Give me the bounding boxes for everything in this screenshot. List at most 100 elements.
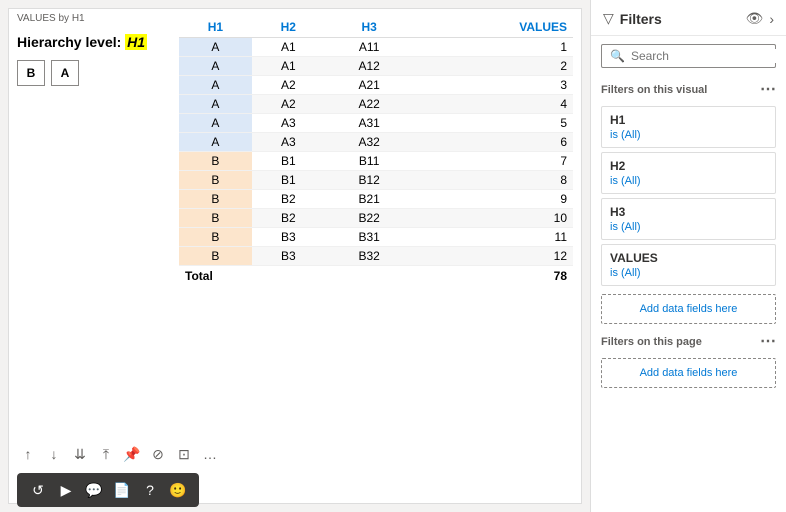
filters-panel: ▽ Filters 👁 › 🔍 Filters on this visual ⋯… xyxy=(590,0,786,512)
cell-h2: B2 xyxy=(252,190,325,209)
search-input[interactable] xyxy=(631,49,786,63)
hierarchy-value: H1 xyxy=(125,34,147,50)
cell-values: 5 xyxy=(414,114,573,133)
filters-on-page-section: Filters on this page ⋯ xyxy=(591,328,786,354)
search-box[interactable]: 🔍 xyxy=(601,44,776,68)
filter-card-title: VALUES xyxy=(610,251,767,265)
filter-card[interactable]: H1 is (All) xyxy=(601,106,776,148)
pin-icon[interactable]: 📌 xyxy=(121,443,143,465)
cell-h1: A xyxy=(179,133,252,152)
play-icon[interactable]: ▶ xyxy=(53,477,79,503)
chat-icon[interactable]: 💬 xyxy=(81,477,107,503)
toolbar-bottom: ↑ ↓ ⇊ ⤒ 📌 ⊘ ⊡ … ↺ ▶ 💬 📄 ? 🙂 xyxy=(17,443,221,507)
table-row: B B3 B32 12 xyxy=(179,247,573,266)
cell-values: 12 xyxy=(414,247,573,266)
col-values: VALUES xyxy=(414,17,573,38)
filters-header: ▽ Filters 👁 › xyxy=(591,0,786,36)
table-row: A A1 A11 1 xyxy=(179,38,573,57)
col-h3: H3 xyxy=(325,17,414,38)
nav-up-icon[interactable]: ↑ xyxy=(17,443,39,465)
cell-h1: A xyxy=(179,95,252,114)
filters-on-visual-section: Filters on this visual ⋯ xyxy=(591,76,786,102)
filters-on-page-label: Filters on this page xyxy=(601,336,702,348)
doc-icon[interactable]: 📄 xyxy=(109,477,135,503)
table-row: A A3 A32 6 xyxy=(179,133,573,152)
nav-icons-bar: ↑ ↓ ⇊ ⤒ 📌 ⊘ ⊡ … xyxy=(17,443,221,465)
table-row: B B3 B31 11 xyxy=(179,228,573,247)
cell-h1: A xyxy=(179,76,252,95)
filter-card[interactable]: H3 is (All) xyxy=(601,198,776,240)
cell-h3: A22 xyxy=(325,95,414,114)
col-h1: H1 xyxy=(179,17,252,38)
visual-container: VALUES by H1 Hierarchy level: H1 B A H1 … xyxy=(8,8,582,504)
filter-card-value: is (All) xyxy=(610,175,767,187)
table-header-row: H1 H2 H3 VALUES xyxy=(179,17,573,38)
filters-on-visual-label: Filters on this visual xyxy=(601,84,707,96)
filter-cards: H1 is (All) H2 is (All) H3 is (All) VALU… xyxy=(591,102,786,290)
cell-h2: A2 xyxy=(252,76,325,95)
total-row: Total 78 xyxy=(179,266,573,287)
cell-values: 2 xyxy=(414,57,573,76)
filter-card-title: H3 xyxy=(610,205,767,219)
cell-h1: B xyxy=(179,152,252,171)
filters-on-page-more-icon[interactable]: ⋯ xyxy=(760,334,776,350)
chevron-right-icon[interactable]: › xyxy=(769,11,774,27)
total-label: Total xyxy=(179,266,414,287)
cell-h3: A11 xyxy=(325,38,414,57)
btn-a[interactable]: A xyxy=(51,60,79,86)
cell-h1: A xyxy=(179,57,252,76)
hierarchy-prefix: Hierarchy level: xyxy=(17,34,125,50)
cell-h2: A3 xyxy=(252,133,325,152)
eye-icon[interactable]: 👁 xyxy=(746,10,764,27)
table-row: B B1 B12 8 xyxy=(179,171,573,190)
cell-h2: A3 xyxy=(252,114,325,133)
cell-h3: A12 xyxy=(325,57,414,76)
search-icon: 🔍 xyxy=(610,49,625,63)
cell-h3: B22 xyxy=(325,209,414,228)
nav-down-icon[interactable]: ↓ xyxy=(43,443,65,465)
filter-card-value: is (All) xyxy=(610,267,767,279)
add-visual-fields-btn[interactable]: Add data fields here xyxy=(601,294,776,324)
cell-h1: B xyxy=(179,171,252,190)
col-h2: H2 xyxy=(252,17,325,38)
filter-card[interactable]: VALUES is (All) xyxy=(601,244,776,286)
cell-h3: B12 xyxy=(325,171,414,190)
cell-h3: A31 xyxy=(325,114,414,133)
cell-values: 1 xyxy=(414,38,573,57)
cell-h3: B21 xyxy=(325,190,414,209)
filters-on-visual-more-icon[interactable]: ⋯ xyxy=(760,82,776,98)
cell-h3: B31 xyxy=(325,228,414,247)
cell-h2: A1 xyxy=(252,57,325,76)
expand-icon[interactable]: ⊡ xyxy=(173,443,195,465)
filter-card[interactable]: H2 is (All) xyxy=(601,152,776,194)
cell-h1: B xyxy=(179,247,252,266)
table-row: B B2 B21 9 xyxy=(179,190,573,209)
btn-b[interactable]: B xyxy=(17,60,45,86)
table-row: B B1 B11 7 xyxy=(179,152,573,171)
cell-h3: B32 xyxy=(325,247,414,266)
action-icons-bar: ↺ ▶ 💬 📄 ? 🙂 xyxy=(17,473,199,507)
add-page-fields-btn[interactable]: Add data fields here xyxy=(601,358,776,388)
cell-h1: B xyxy=(179,190,252,209)
table-row: A A2 A22 4 xyxy=(179,95,573,114)
cell-values: 10 xyxy=(414,209,573,228)
table-body: A A1 A11 1 A A1 A12 2 A A2 A21 3 A A2 A2… xyxy=(179,38,573,266)
cell-h2: B1 xyxy=(252,171,325,190)
cell-h2: B1 xyxy=(252,152,325,171)
help-icon[interactable]: ? xyxy=(137,477,163,503)
filter-funnel-icon: ▽ xyxy=(603,10,614,27)
cell-h1: B xyxy=(179,228,252,247)
nav-drill-down-icon[interactable]: ⇊ xyxy=(69,443,91,465)
nav-drill-up-icon[interactable]: ⤒ xyxy=(95,443,117,465)
cell-values: 8 xyxy=(414,171,573,190)
cell-h3: A21 xyxy=(325,76,414,95)
more-icon[interactable]: … xyxy=(199,443,221,465)
filters-title: Filters xyxy=(620,11,740,27)
filter-card-title: H1 xyxy=(610,113,767,127)
filter-icon[interactable]: ⊘ xyxy=(147,443,169,465)
filter-card-value: is (All) xyxy=(610,221,767,233)
emoji-icon[interactable]: 🙂 xyxy=(165,477,191,503)
cell-h2: A2 xyxy=(252,95,325,114)
table: H1 H2 H3 VALUES A A1 A11 1 A A1 A12 2 A … xyxy=(179,17,573,286)
refresh-icon[interactable]: ↺ xyxy=(25,477,51,503)
